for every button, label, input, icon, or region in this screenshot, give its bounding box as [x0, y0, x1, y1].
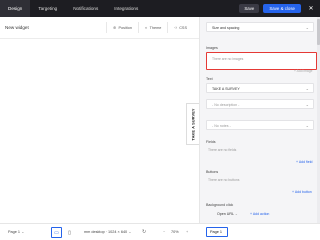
- divider: [0, 38, 199, 39]
- widget-title[interactable]: New widget: [5, 25, 29, 30]
- device-size-select[interactable]: mm desktop · 1024 × 640 ⌄: [84, 228, 131, 237]
- widget-toolbar: ⊕ Position ◐ Theme ‹› CSS: [106, 22, 193, 33]
- fields-empty-text: There are no fields: [208, 148, 237, 152]
- widget-editor: Design Targeting Notifications Integrati…: [0, 0, 320, 240]
- buttons-empty-text: There are no buttons: [208, 178, 240, 182]
- add-action-link[interactable]: + Add action: [250, 212, 269, 216]
- text-field-description-value: - No description -: [212, 103, 240, 107]
- tab-notifications[interactable]: Notifications: [65, 0, 106, 17]
- text-field-title[interactable]: TAKE A SURVEY ⌄: [206, 83, 314, 93]
- size-spacing-select[interactable]: Size and spacing ⌄: [206, 22, 314, 32]
- text-field-notes[interactable]: - No notes - ⌄: [206, 120, 314, 130]
- zoom-level: 70%: [171, 230, 179, 234]
- chevron-down-icon: ⌄: [128, 230, 132, 234]
- chevron-down-icon: ⌄: [305, 123, 309, 128]
- chevron-down-icon: ⌄: [234, 212, 238, 216]
- add-button-link[interactable]: + Add button: [292, 190, 312, 194]
- theme-button[interactable]: ◐ Theme: [138, 22, 167, 33]
- css-label: CSS: [179, 25, 187, 30]
- css-button[interactable]: ‹› CSS: [167, 22, 193, 33]
- text-field-title-value: TAKE A SURVEY: [212, 87, 240, 91]
- position-button[interactable]: ⊕ Position: [106, 22, 138, 33]
- current-page-button[interactable]: Page 1: [206, 227, 228, 237]
- bottom-bar: Page 1 ⌄ ▭ ▯ mm desktop · 1024 × 640 ⌄ ↻…: [0, 223, 320, 240]
- buttons-label: Buttons: [206, 170, 219, 174]
- page-select[interactable]: Page 1 ⌄: [8, 228, 24, 237]
- tab-integrations[interactable]: Integrations: [106, 0, 146, 17]
- top-bar: Design Targeting Notifications Integrati…: [0, 0, 320, 17]
- chevron-down-icon: ⌄: [305, 102, 309, 107]
- text-field-notes-value: - No notes -: [212, 124, 231, 128]
- fields-label: Fields: [206, 140, 216, 144]
- mobile-icon: ▯: [68, 229, 71, 236]
- page-select-value: Page 1: [8, 230, 21, 234]
- background-click-value: Open URL: [217, 212, 234, 216]
- text-field-description[interactable]: - No description - ⌄: [206, 99, 314, 109]
- add-image-link[interactable]: + Add image: [294, 69, 312, 73]
- side-tab-label: TAKE A SURVEY: [190, 107, 196, 141]
- zoom-out-icon[interactable]: −: [163, 228, 165, 237]
- save-and-close-button[interactable]: Save & close: [263, 4, 301, 13]
- chevron-down-icon: ⌄: [305, 86, 309, 91]
- device-size-value: mm desktop · 1024 × 640: [84, 230, 128, 234]
- settings-panel: Size and spacing ⌄ Images There are no i…: [199, 17, 320, 223]
- preview-canvas: New widget ⊕ Position ◐ Theme ‹› CSS TAK…: [0, 17, 199, 223]
- images-empty-text: There are no images: [212, 57, 244, 61]
- background-click-select[interactable]: Open URL ⌄: [217, 212, 238, 216]
- tab-design[interactable]: Design: [0, 0, 31, 17]
- desktop-view-button[interactable]: ▭: [51, 227, 62, 238]
- images-dropzone[interactable]: There are no images: [206, 52, 317, 70]
- add-field-link[interactable]: + Add field: [296, 160, 312, 164]
- close-icon[interactable]: ✕: [306, 5, 316, 12]
- text-label: Text: [206, 77, 213, 81]
- theme-label: Theme: [149, 25, 162, 30]
- code-icon: ‹›: [174, 25, 178, 30]
- survey-side-tab[interactable]: TAKE A SURVEY: [186, 103, 199, 145]
- tab-targeting[interactable]: Targeting: [30, 0, 65, 17]
- size-spacing-value: Size and spacing: [212, 26, 240, 30]
- theme-icon: ◐: [145, 25, 148, 30]
- desktop-icon: ▭: [54, 229, 59, 236]
- position-label: Position: [118, 25, 133, 30]
- chevron-down-icon: ⌄: [21, 230, 25, 234]
- refresh-icon[interactable]: ↻: [142, 228, 146, 237]
- background-click-label: Background click: [206, 203, 234, 207]
- mobile-view-button[interactable]: ▯: [64, 227, 75, 238]
- save-button[interactable]: Save: [239, 4, 260, 13]
- images-label: Images: [206, 46, 218, 50]
- zoom-in-icon[interactable]: +: [186, 228, 188, 237]
- chevron-down-icon: ⌄: [305, 25, 309, 30]
- position-icon: ⊕: [113, 25, 117, 30]
